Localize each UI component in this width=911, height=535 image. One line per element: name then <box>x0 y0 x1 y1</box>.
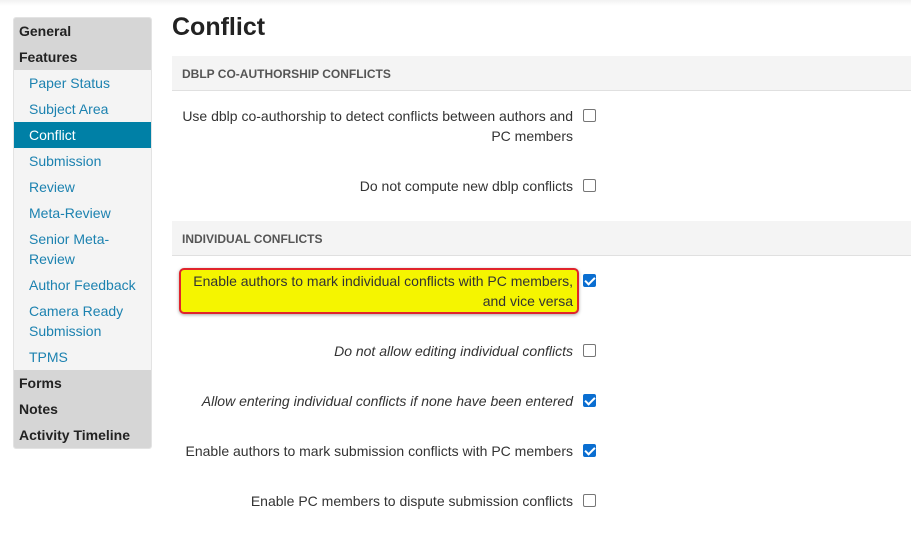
sidebar-item-tpms[interactable]: TPMS <box>14 344 151 370</box>
sidebar-item-conflict[interactable]: Conflict <box>14 122 151 148</box>
checkbox-enable-individual[interactable] <box>583 274 596 287</box>
sidebar-item-author-feedback[interactable]: Author Feedback <box>14 272 151 298</box>
settings-sidebar: General Features Paper Status Subject Ar… <box>13 17 152 449</box>
option-label: Enable authors to mark submission confli… <box>185 443 573 459</box>
checkbox-no-new-dblp[interactable] <box>583 179 596 192</box>
sidebar-item-review[interactable]: Review <box>14 174 151 200</box>
top-shade <box>0 0 911 6</box>
sidebar-item-paper-status[interactable]: Paper Status <box>14 70 151 96</box>
sidebar-group-forms[interactable]: Forms <box>14 370 151 396</box>
sidebar-group-features[interactable]: Features <box>14 44 151 70</box>
checkbox-use-dblp[interactable] <box>583 109 596 122</box>
option-label: Allow entering individual conflicts if n… <box>201 393 573 409</box>
sidebar-group-general[interactable]: General <box>14 18 151 44</box>
option-label: Do not compute new dblp conflicts <box>359 178 573 194</box>
sidebar-item-submission[interactable]: Submission <box>14 148 151 174</box>
option-label: Enable authors to mark individual confli… <box>193 273 573 309</box>
checkbox-allow-entering[interactable] <box>583 394 596 407</box>
sidebar-item-senior-meta-review[interactable]: Senior Meta-Review <box>14 226 151 272</box>
sidebar-group-notes[interactable]: Notes <box>14 396 151 422</box>
sidebar-group-activity-timeline[interactable]: Activity Timeline <box>14 422 151 448</box>
section-heading-individual: INDIVIDUAL CONFLICTS <box>172 221 911 256</box>
checkbox-submission-conflicts[interactable] <box>583 444 596 457</box>
section-heading-dblp: DBLP CO-AUTHORSHIP CONFLICTS <box>172 56 911 91</box>
option-label: Use dblp co-authorship to detect conflic… <box>182 108 573 144</box>
sidebar-item-subject-area[interactable]: Subject Area <box>14 96 151 122</box>
page-title: Conflict <box>172 13 266 41</box>
checkbox-no-edit-individual[interactable] <box>583 344 596 357</box>
sidebar-item-meta-review[interactable]: Meta-Review <box>14 200 151 226</box>
checkbox-dispute-conflicts[interactable] <box>583 494 596 507</box>
option-label: Enable PC members to dispute submission … <box>250 493 573 509</box>
sidebar-item-camera-ready-submission[interactable]: Camera Ready Submission <box>14 298 151 344</box>
option-label: Do not allow editing individual conflict… <box>334 343 573 359</box>
